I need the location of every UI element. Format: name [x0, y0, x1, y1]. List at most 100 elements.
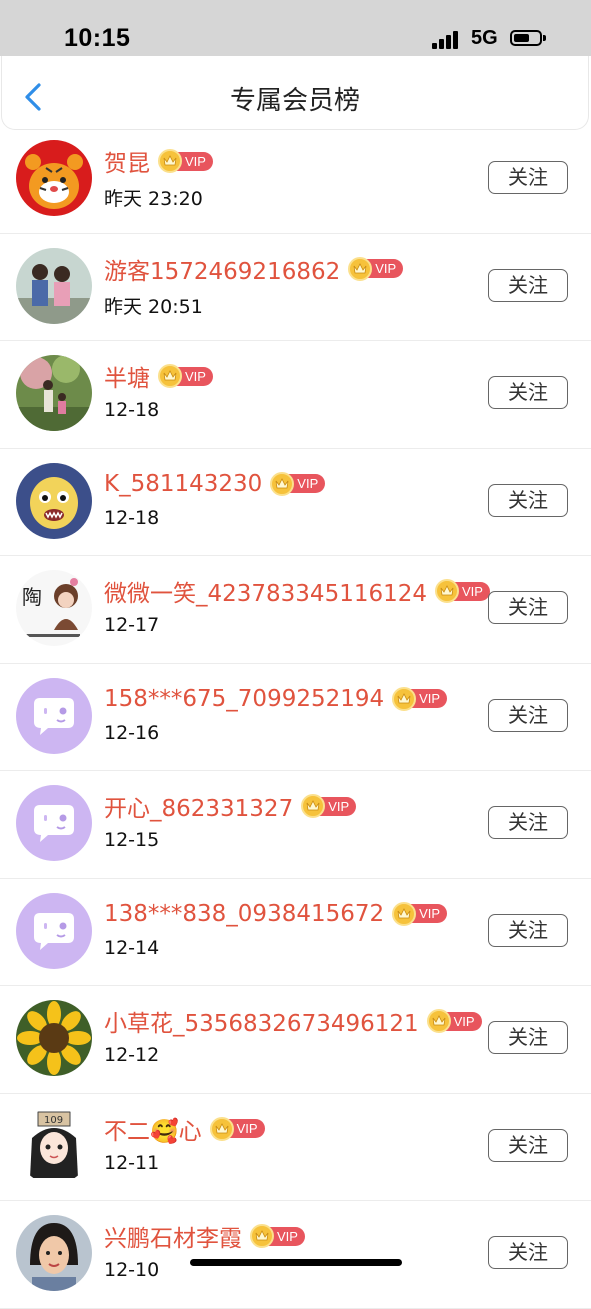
member-date: 12-11	[104, 1151, 160, 1174]
follow-button[interactable]: 关注	[488, 161, 568, 194]
vip-crown-icon	[435, 579, 459, 603]
default-chat-avatar[interactable]	[16, 892, 92, 969]
network-type: 5G	[471, 27, 498, 49]
follow-button[interactable]: 关注	[488, 806, 568, 839]
member-row[interactable]: 109 不二🥰心 VIP 12-11 关注	[0, 1094, 591, 1201]
follow-button[interactable]: 关注	[488, 1236, 568, 1269]
svg-text:109: 109	[44, 1115, 63, 1126]
member-name[interactable]: 游客1572469216862	[104, 252, 340, 286]
member-date: 12-14	[104, 936, 160, 959]
member-name[interactable]: 开心_862331327	[104, 789, 293, 823]
plush-toy-avatar[interactable]	[16, 462, 92, 539]
member-date: 12-16	[104, 721, 160, 744]
crown-icon	[306, 800, 320, 811]
member-name[interactable]: 微微一笑_423783345116124	[104, 574, 427, 608]
follow-button[interactable]: 关注	[488, 591, 568, 624]
vip-badge: VIP	[301, 794, 357, 818]
cartoon-girl-avatar[interactable]: 陶	[16, 570, 92, 646]
crown-icon	[163, 155, 177, 166]
vip-badge: VIP	[348, 256, 404, 281]
follow-button[interactable]: 关注	[488, 1021, 568, 1054]
status-bar: 10:15 5G	[0, 0, 591, 56]
member-date: 12-17	[104, 614, 160, 636]
vip-crown-icon	[158, 149, 182, 173]
member-name-line: 138***838_0938415672 VIP	[104, 899, 448, 929]
member-row[interactable]: 开心_862331327 VIP 12-15 关注	[0, 771, 591, 879]
member-name[interactable]: K_581143230	[104, 471, 262, 497]
vip-badge: VIP	[209, 1116, 265, 1141]
member-row[interactable]: K_581143230 VIP 12-18 关注	[0, 449, 591, 556]
vip-crown-icon	[392, 901, 417, 926]
vip-badge: VIP	[158, 364, 213, 388]
member-row[interactable]: 兴鹏石材李霞 VIP 12-10 关注	[0, 1201, 591, 1309]
member-name[interactable]: 158***675_7099252194	[104, 686, 384, 712]
member-name[interactable]: 兴鹏石材李霞	[104, 1219, 242, 1253]
follow-button[interactable]: 关注	[488, 1128, 568, 1162]
member-row[interactable]: 贺昆 VIP 昨天 23:20 关注	[0, 126, 591, 234]
garden-photo-avatar[interactable]	[16, 355, 92, 431]
crown-icon	[215, 1122, 229, 1133]
vip-crown-icon	[348, 256, 373, 281]
member-name[interactable]: 138***838_0938415672	[104, 901, 384, 927]
anime-girl-avatar[interactable]: 109	[16, 1107, 92, 1184]
member-name-line: 贺昆 VIP	[104, 144, 213, 178]
crown-icon	[432, 1015, 446, 1026]
crown-icon	[255, 1230, 269, 1241]
battery-icon	[510, 30, 546, 46]
member-date: 12-12	[104, 1044, 160, 1066]
default-chat-avatar[interactable]	[16, 785, 92, 861]
svg-text:陶: 陶	[22, 585, 42, 609]
vip-crown-icon	[392, 686, 417, 711]
member-date: 12-15	[104, 829, 160, 851]
vip-badge: VIP	[250, 1224, 305, 1248]
member-row[interactable]: 游客1572469216862 VIP 昨天 20:51 关注	[0, 234, 591, 341]
home-indicator	[190, 1259, 402, 1266]
vip-crown-icon	[426, 1009, 451, 1033]
crown-icon	[397, 907, 411, 918]
kids-photo-avatar[interactable]	[16, 247, 92, 324]
member-date: 12-18	[104, 506, 160, 529]
member-name-line: 开心_862331327 VIP	[104, 789, 357, 823]
member-name[interactable]: 不二🥰心	[104, 1112, 202, 1146]
member-row[interactable]: 半塘 VIP 12-18 关注	[0, 341, 591, 449]
member-date: 12-18	[104, 399, 160, 421]
vip-crown-icon	[270, 471, 295, 496]
member-name[interactable]: 贺昆	[104, 144, 150, 178]
member-name[interactable]: 半塘	[104, 359, 150, 393]
signal-icon	[432, 31, 462, 49]
navigation-bar: 专属会员榜	[1, 56, 589, 130]
vip-badge: VIP	[392, 901, 448, 926]
status-time: 10:15	[64, 24, 131, 52]
page-title: 专属会员榜	[229, 86, 360, 116]
member-row[interactable]: 138***838_0938415672 VIP 12-14 关注	[0, 879, 591, 986]
member-row[interactable]: 158***675_7099252194 VIP 12-16 关注	[0, 664, 591, 771]
member-name[interactable]: 小草花_5356832673496121	[104, 1004, 419, 1038]
member-name-line: 半塘 VIP	[104, 359, 213, 393]
crown-icon	[353, 262, 367, 273]
vip-crown-icon	[158, 364, 182, 388]
tiger-avatar[interactable]	[16, 140, 92, 216]
member-name-line: 游客1572469216862 VIP	[104, 252, 404, 286]
member-name-line: 小草花_5356832673496121 VIP	[104, 1004, 482, 1038]
vip-crown-icon	[250, 1224, 274, 1248]
member-row[interactable]: 陶 微微一笑_423783345116124 VIP 12-17 关注	[0, 556, 591, 664]
member-date: 昨天 20:51	[104, 295, 203, 318]
vip-badge: VIP	[158, 149, 213, 173]
follow-button[interactable]: 关注	[488, 698, 568, 732]
member-list: 贺昆 VIP 昨天 23:20 关注 游客1572469216862 VIP 昨…	[0, 126, 591, 1309]
follow-button[interactable]: 关注	[488, 483, 568, 517]
crown-icon	[163, 370, 177, 381]
crown-icon	[275, 477, 289, 488]
follow-button[interactable]: 关注	[488, 913, 568, 947]
member-name-line: K_581143230 VIP	[104, 469, 326, 499]
crown-icon	[397, 692, 411, 703]
follow-button[interactable]: 关注	[488, 268, 568, 302]
default-chat-avatar[interactable]	[16, 677, 92, 754]
follow-button[interactable]: 关注	[488, 376, 568, 409]
member-date: 昨天 23:20	[104, 188, 203, 210]
member-name-line: 微微一笑_423783345116124 VIP	[104, 574, 490, 608]
member-row[interactable]: 小草花_5356832673496121 VIP 12-12 关注	[0, 986, 591, 1094]
member-name-line: 兴鹏石材李霞 VIP	[104, 1219, 305, 1253]
sunflower-avatar[interactable]	[16, 1000, 92, 1076]
vip-badge: VIP	[270, 471, 326, 496]
